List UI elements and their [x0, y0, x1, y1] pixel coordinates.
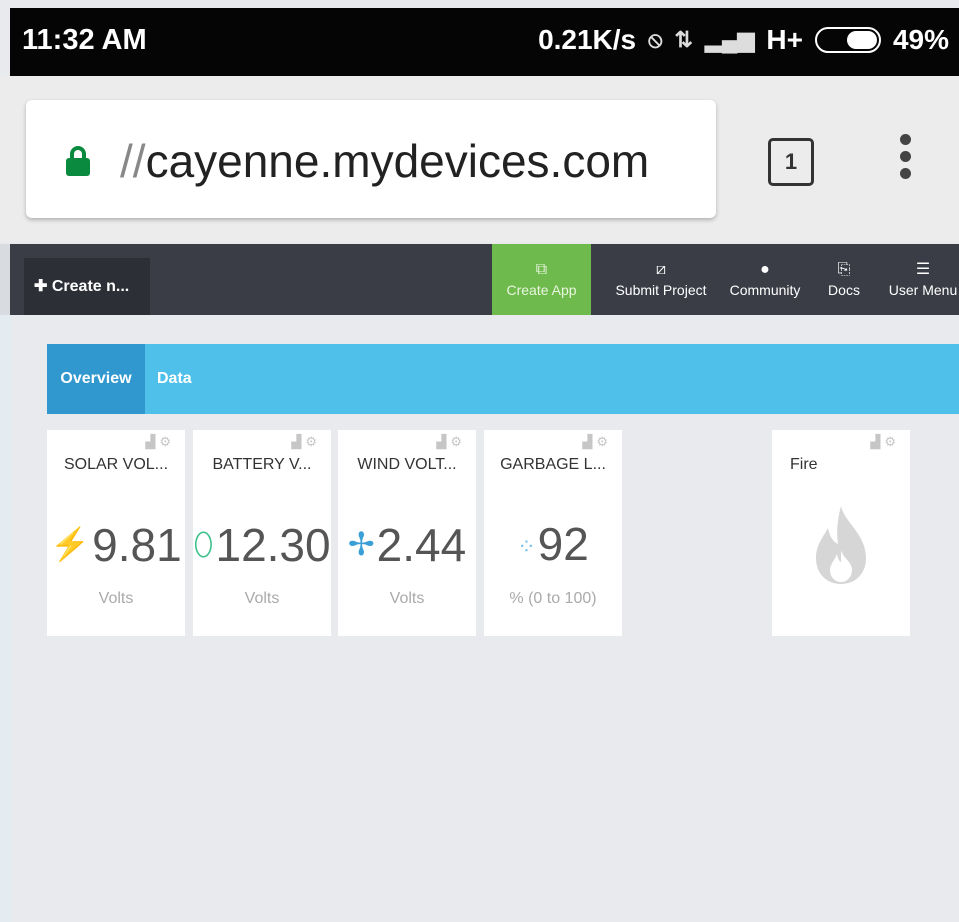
url-text[interactable]: //cayenne.mydevices.com — [120, 134, 649, 188]
address-bar[interactable]: //cayenne.mydevices.com — [26, 100, 716, 218]
lock-icon — [66, 146, 90, 176]
left-edge-strip — [0, 315, 12, 922]
url-prefix: // — [120, 135, 146, 187]
widget-tools[interactable]: ▟⚙ — [436, 434, 466, 450]
mute-icon: ⦸ — [648, 27, 663, 52]
browser-menu-icon[interactable] — [898, 134, 912, 184]
widget-value-row: ⬯12.30 — [193, 518, 331, 570]
fan-icon: ✢ — [347, 526, 375, 562]
widget-title: GARBAGE L... — [500, 456, 606, 473]
widget-value: 12.30 — [215, 519, 331, 570]
chart-icon[interactable]: ▟ — [436, 434, 450, 449]
widget-value: 2.44 — [376, 519, 467, 570]
widget-title: Fire — [790, 456, 818, 473]
app-nav-bar: ✚ Create n... ⧉ Create App ⧄ Submit Proj… — [10, 244, 959, 315]
widget-tools[interactable]: ▟⚙ — [291, 434, 321, 450]
tab-switcher-button[interactable]: 1 — [768, 138, 814, 186]
chat-icon: ● — [760, 260, 770, 278]
create-new-button[interactable]: ✚ Create n... — [24, 258, 150, 315]
nav-create-app[interactable]: ⧉ Create App — [492, 244, 591, 315]
nav-user-menu-label: User Menu — [888, 281, 958, 298]
chart-icon[interactable]: ▟ — [582, 434, 596, 449]
widget-unit: Volts — [244, 590, 280, 607]
plus-icon: ✚ — [34, 278, 48, 295]
nav-docs[interactable]: ⎘ Docs — [824, 244, 864, 315]
left-edge — [0, 244, 10, 315]
dots-icon: ⁘ — [517, 534, 536, 559]
lightning-icon: ⚡ — [50, 526, 91, 562]
battery-percent: 49% — [892, 24, 949, 55]
gear-icon[interactable]: ⚙ — [450, 434, 466, 449]
docs-icon: ⎘ — [837, 260, 851, 278]
widget-value: 9.81 — [92, 519, 182, 570]
gear-icon[interactable]: ⚙ — [159, 434, 175, 449]
nav-submit-project-label: Submit Project — [615, 281, 707, 298]
widget-battery-voltage[interactable]: ▟⚙ BATTERY V... ⬯12.30 Volts — [193, 430, 331, 636]
widget-garbage-level[interactable]: ▟⚙ GARBAGE L... ⁘92 % (0 to 100) — [484, 430, 622, 636]
widget-title: SOLAR VOL... — [63, 456, 169, 473]
widget-value-row: ✢2.44 — [338, 518, 476, 570]
widget-title: WIND VOLT... — [357, 456, 457, 473]
nav-docs-label: Docs — [828, 281, 860, 298]
chart-icon[interactable]: ▟ — [291, 434, 305, 449]
data-transfer-icon: ⇅ — [674, 27, 693, 52]
network-type: H+ — [766, 24, 803, 55]
network-speed: 0.21K/s — [538, 24, 637, 55]
battery-icon: ⬯ — [193, 526, 214, 562]
widget-solar-voltage[interactable]: ▟⚙ SOLAR VOL... ⚡9.81 Volts — [47, 430, 185, 636]
flame-icon — [816, 506, 866, 584]
gear-icon[interactable]: ⚙ — [884, 434, 900, 449]
widget-value-row: ⚡9.81 — [47, 518, 185, 570]
share-icon: ⧄ — [655, 260, 667, 278]
widget-tools[interactable]: ▟⚙ — [145, 434, 175, 450]
signal-icon: ▂▄▆ — [704, 27, 755, 52]
nav-create-app-label: Create App — [506, 281, 577, 298]
tab-overview[interactable]: Overview — [47, 344, 145, 414]
widget-unit: % (0 to 100) — [509, 590, 597, 607]
tab-data[interactable]: Data — [157, 344, 217, 414]
nav-submit-project[interactable]: ⧄ Submit Project — [598, 244, 724, 315]
battery-icon — [814, 27, 881, 53]
nav-community-label: Community — [729, 281, 801, 298]
widget-value-row: ⁘92 — [484, 518, 622, 570]
widget-unit: Volts — [389, 590, 425, 607]
app-icon: ⧉ — [535, 260, 548, 278]
widget-unit: Volts — [98, 590, 134, 607]
widget-fire[interactable]: ▟⚙ Fire — [772, 430, 910, 636]
chart-icon[interactable]: ▟ — [145, 434, 159, 449]
status-bar: 11:32 AM 0.21K/s ⦸ ⇅ ▂▄▆ H+ 49% — [10, 8, 959, 76]
widget-tools[interactable]: ▟⚙ — [870, 434, 900, 450]
nav-community[interactable]: ● Community — [722, 244, 808, 315]
gear-icon[interactable]: ⚙ — [305, 434, 321, 449]
dashboard-tabs: Overview Data — [47, 344, 959, 414]
gear-icon[interactable]: ⚙ — [596, 434, 612, 449]
create-new-label: Create n... — [51, 278, 130, 295]
url-host: cayenne.mydevices.com — [145, 135, 650, 187]
browser-toolbar: //cayenne.mydevices.com 1 — [0, 76, 959, 242]
status-time: 11:32 AM — [22, 24, 147, 56]
status-indicators: 0.21K/s ⦸ ⇅ ▂▄▆ H+ 49% — [538, 24, 949, 56]
widget-value: 92 — [537, 518, 589, 570]
widget-title: BATTERY V... — [212, 456, 312, 473]
hamburger-icon: ☰ — [915, 260, 931, 278]
nav-user-menu[interactable]: ☰ User Menu — [882, 244, 959, 315]
widget-wind-voltage[interactable]: ▟⚙ WIND VOLT... ✢2.44 Volts — [338, 430, 476, 636]
chart-icon[interactable]: ▟ — [870, 434, 884, 449]
widget-tools[interactable]: ▟⚙ — [582, 434, 612, 450]
